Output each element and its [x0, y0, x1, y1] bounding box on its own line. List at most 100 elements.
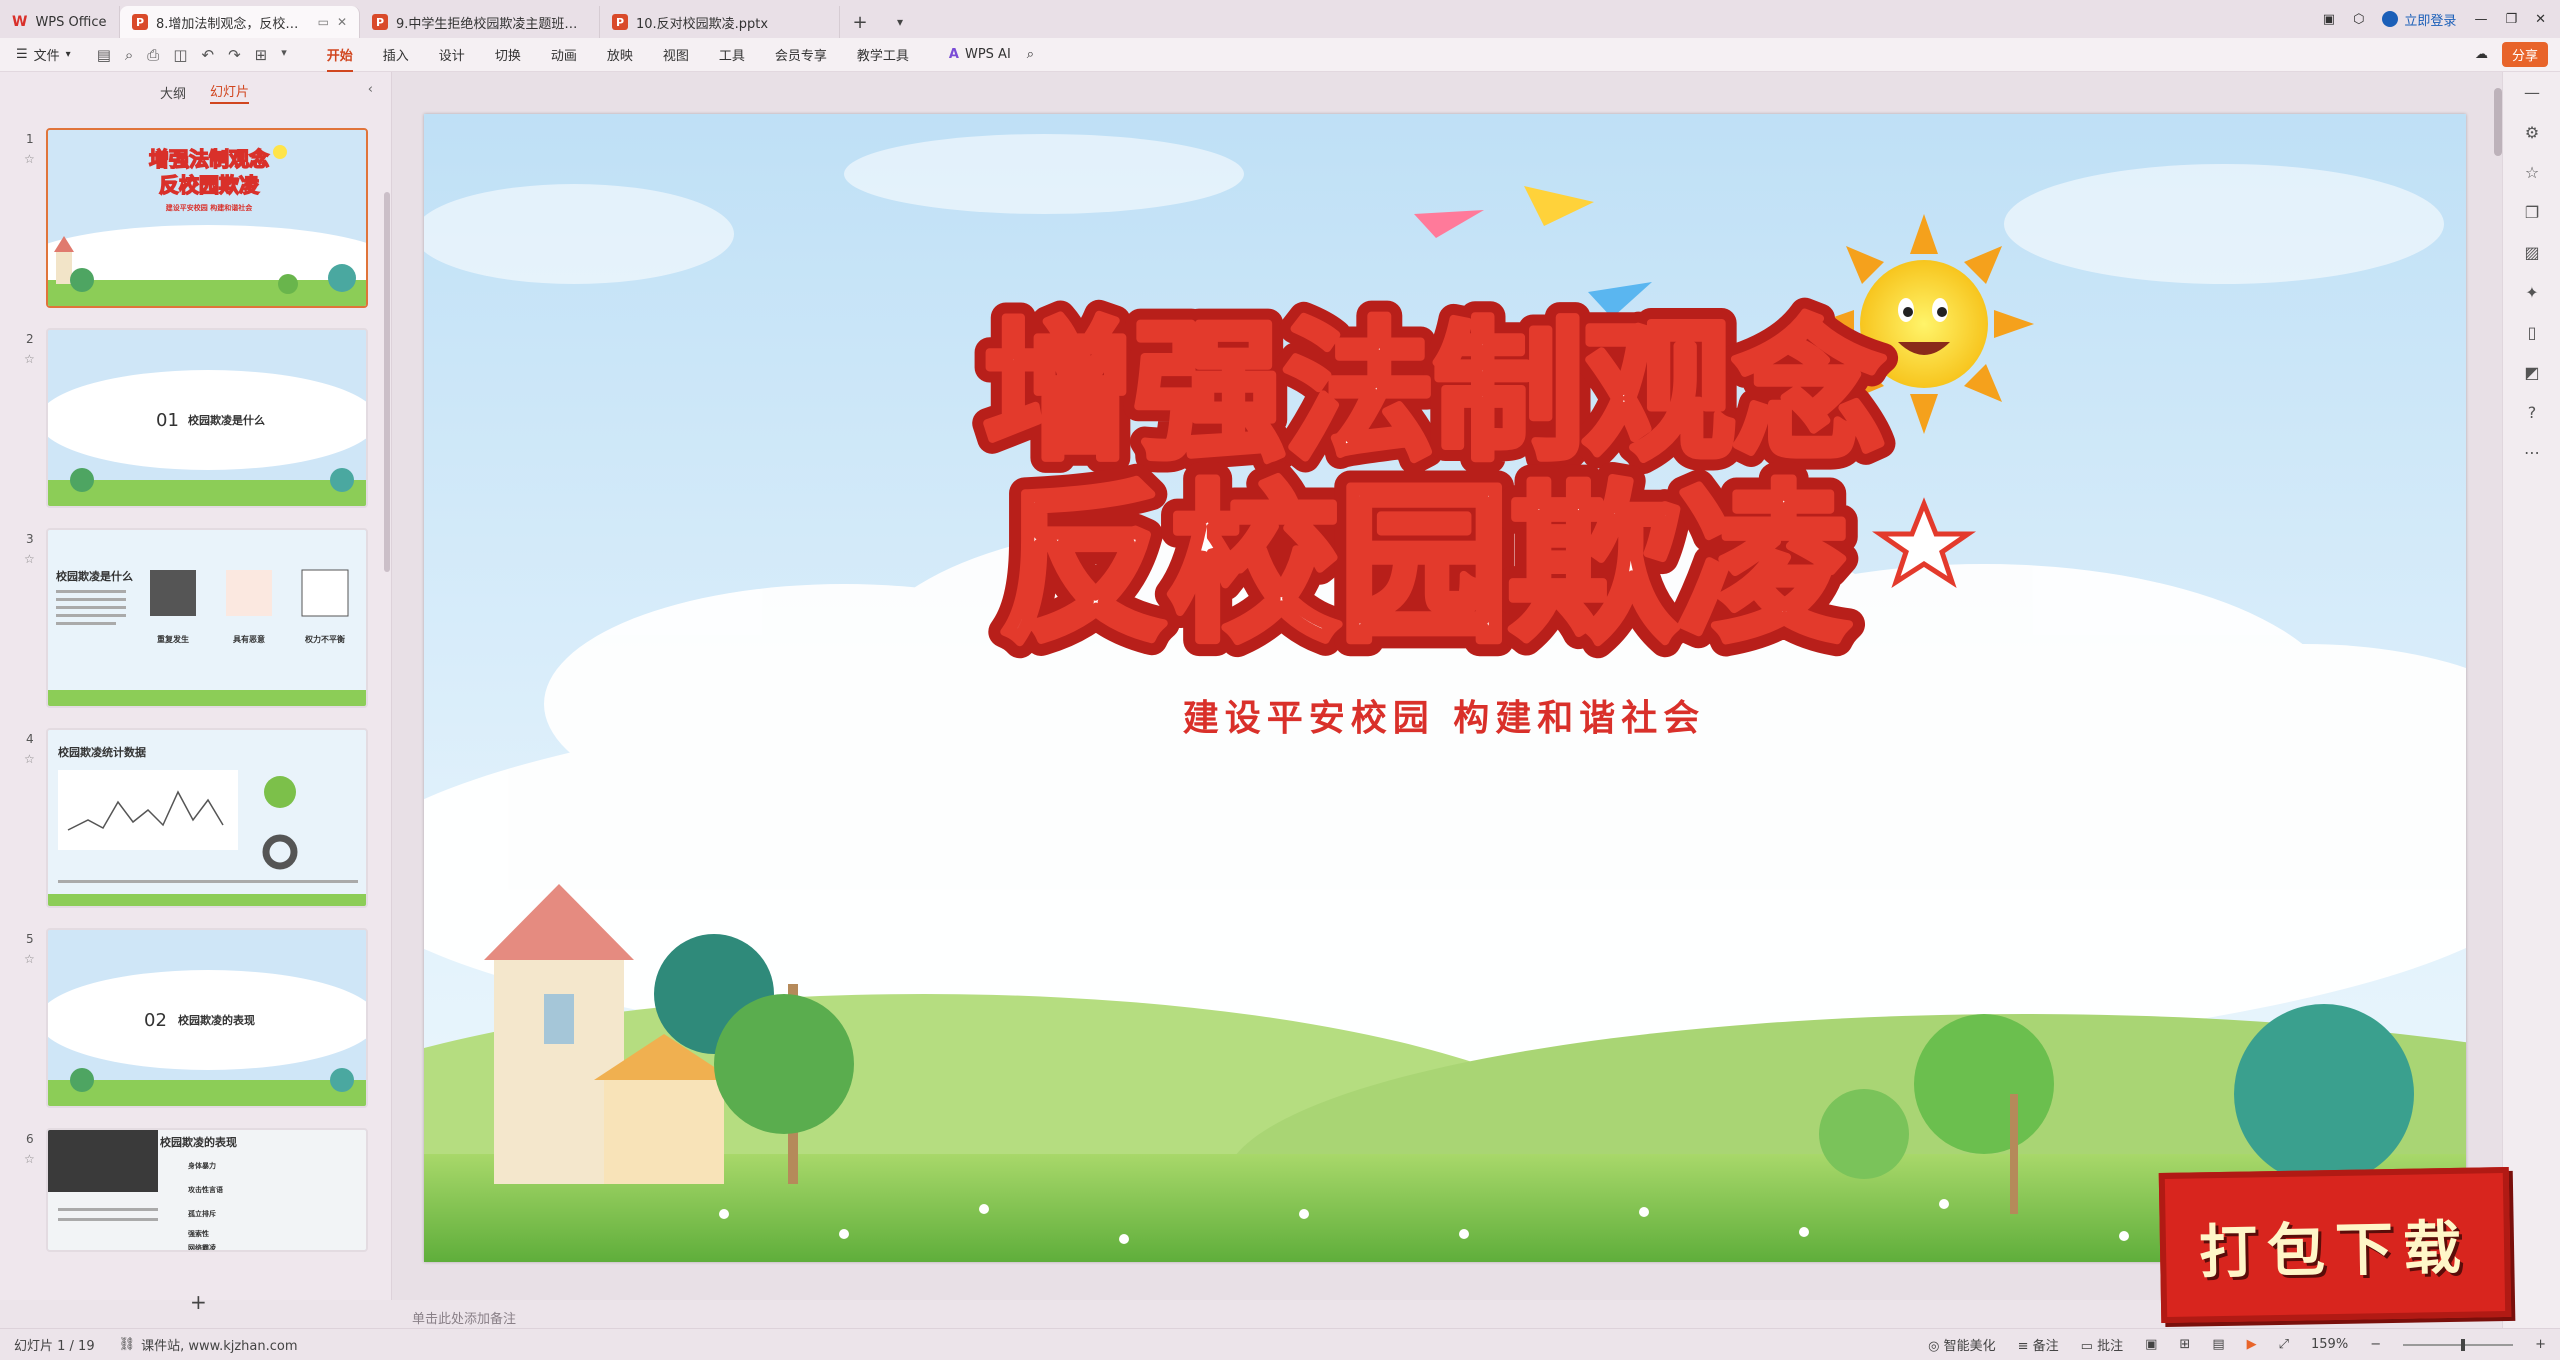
slide-thumbnail[interactable]: 校园欺凌统计数据	[46, 728, 368, 908]
minimize-panel-icon[interactable]: —	[2503, 72, 2560, 112]
beautify-icon: ◎	[1928, 1339, 1944, 1354]
preview-icon[interactable]: ◫	[173, 46, 187, 64]
tab-document-1[interactable]: P 8.增加法制观念，反校园欺凌... ▭ ✕	[120, 6, 360, 38]
new-tab-button[interactable]: +	[840, 6, 880, 38]
shapes-icon[interactable]: ◩	[2503, 352, 2560, 392]
play-icon[interactable]: ▶	[2247, 1337, 2257, 1352]
sorter-view-icon[interactable]: ⊞	[2179, 1337, 2190, 1352]
redo-icon[interactable]: ↷	[228, 46, 241, 64]
thumb-label: 权力不平衡	[304, 634, 345, 644]
star-icon[interactable]: ☆	[2503, 152, 2560, 192]
menu-view[interactable]: 视图	[663, 41, 689, 68]
more-icon[interactable]: ⋯	[2503, 432, 2560, 472]
fit-icon[interactable]: ⤢	[2279, 1337, 2289, 1352]
restore-icon[interactable]: ❐	[2505, 12, 2517, 27]
comments-button[interactable]: ▭ 批注	[2081, 1335, 2123, 1354]
zoom-knob[interactable]	[2461, 1338, 2466, 1351]
star-icon[interactable]: ☆	[24, 552, 35, 566]
slide-thumbnail-row[interactable]: 2 ☆ 01 校园欺凌是什么	[0, 328, 380, 512]
reading-view-icon[interactable]: ▤	[2212, 1337, 2224, 1352]
notes-button[interactable]: ≡ 备注	[2018, 1335, 2059, 1354]
slide-canvas[interactable]: 增强法制观念 增强法制观念 反校园欺凌 反校园欺凌 建设平安校园 构建和谐社会	[424, 114, 2466, 1262]
collapse-icon[interactable]: ‹	[368, 82, 373, 97]
tab-document-3[interactable]: P 10.反对校园欺凌.pptx	[600, 6, 840, 38]
zoom-out-icon[interactable]: −	[2370, 1337, 2381, 1352]
tab-home[interactable]: W WPS Office	[0, 6, 120, 38]
star-icon[interactable]: ☆	[24, 352, 35, 366]
slide-thumbnail-row[interactable]: 3 ☆ 校园欺凌是什么 重复发生 具有恶意 权力不平衡	[0, 528, 380, 712]
cube-icon[interactable]: ⬡	[2353, 12, 2364, 27]
more-icon[interactable]: ▾	[281, 46, 287, 64]
wps-ai-button[interactable]: A WPS AI ⌕	[949, 47, 1034, 62]
share-button[interactable]: 分享	[2501, 42, 2548, 67]
menu-home[interactable]: 开始	[326, 41, 353, 72]
ppt-file-icon: P	[372, 14, 388, 30]
image-icon[interactable]: ▨	[2503, 232, 2560, 272]
menu-member[interactable]: 会员专享	[775, 41, 827, 68]
ribbon-menus: 开始 插入 设计 切换 动画 放映 视图 工具 会员专享 教学工具	[326, 41, 909, 72]
copy-icon[interactable]: ❐	[2503, 192, 2560, 232]
beautify-button[interactable]: ◎ 智能美化	[1928, 1335, 1996, 1354]
zoom-in-icon[interactable]: +	[2535, 1337, 2546, 1352]
file-menu-button[interactable]: ☰ 文件 ▾	[16, 45, 71, 64]
cloud-icon[interactable]: ☁	[2475, 47, 2488, 62]
star-icon[interactable]: ☆	[24, 952, 35, 966]
editor-scrollbar[interactable]	[2494, 88, 2502, 156]
slide-thumbnail[interactable]: 校园欺凌的表现 身体暴力 攻击性言语 孤立排斥 强索性 网络霸凌	[46, 1128, 368, 1252]
save-icon[interactable]: ▤	[97, 46, 111, 64]
window-controls: ▣ ⬡ 立即登录 — ❐ ✕	[2323, 0, 2560, 38]
help-icon[interactable]: ?	[2503, 392, 2560, 432]
zoom-level[interactable]: 159%	[2311, 1337, 2348, 1352]
menu-transition[interactable]: 切换	[495, 41, 521, 68]
zoom-slider[interactable]	[2403, 1338, 2514, 1351]
tab-slides[interactable]: 幻灯片	[210, 81, 250, 104]
chevron-down-icon[interactable]: ▾	[880, 6, 920, 38]
tab-outline[interactable]: 大纲	[160, 83, 186, 102]
thumb-2-art: 01 校园欺凌是什么	[48, 330, 366, 506]
star-icon[interactable]: ☆	[24, 152, 35, 166]
book-icon[interactable]: ▯	[2503, 312, 2560, 352]
format-icon[interactable]: ⊞	[255, 46, 268, 64]
layout-icon[interactable]: ▣	[2323, 12, 2335, 27]
slide-thumbnail[interactable]: 01 校园欺凌是什么	[46, 328, 368, 508]
slide-counter: 幻灯片 1 / 19	[14, 1339, 95, 1354]
minimize-icon[interactable]: —	[2474, 12, 2487, 27]
close-icon[interactable]: ✕	[337, 15, 347, 29]
star-icon[interactable]: ☆	[24, 752, 35, 766]
slide-thumbnail-row[interactable]: 4 ☆ 校园欺凌统计数据	[0, 728, 380, 912]
search-icon[interactable]: ⌕	[1027, 47, 1034, 62]
magic-icon[interactable]: ✦	[2503, 272, 2560, 312]
menu-insert[interactable]: 插入	[383, 41, 409, 68]
download-promo-stamp: 打包下载	[2158, 1166, 2512, 1324]
ribbon-right: ☁ 分享	[2475, 42, 2548, 67]
star-icon[interactable]: ☆	[24, 1152, 35, 1166]
ai-icon: A	[948, 47, 959, 62]
slide-thumbnail-row[interactable]: 1 ☆ 增强法制观念 反校园欺凌 建设平安校园 构建和谐社会	[0, 128, 380, 312]
menu-teaching[interactable]: 教学工具	[857, 41, 909, 68]
close-window-icon[interactable]: ✕	[2535, 12, 2546, 27]
chevron-down-icon: ▾	[65, 49, 71, 60]
menu-design[interactable]: 设计	[439, 41, 465, 68]
open-icon[interactable]: ⌕	[125, 46, 133, 64]
thumb-subtitle: 建设平安校园 构建和谐社会	[166, 203, 253, 212]
menu-tools[interactable]: 工具	[719, 41, 745, 68]
slide-thumbnail[interactable]: 增强法制观念 反校园欺凌 建设平安校园 构建和谐社会	[46, 128, 368, 308]
add-slide-button[interactable]: +	[190, 1290, 207, 1314]
login-button[interactable]: 立即登录	[2382, 10, 2456, 29]
slide-thumbnail-row[interactable]: 6 ☆ 校园欺凌的表现 身体暴力 攻击性言语 孤立排斥 强索性 网络霸凌	[0, 1128, 380, 1312]
menu-slideshow[interactable]: 放映	[607, 41, 633, 68]
notes-icon: ≡	[2017, 1339, 2033, 1354]
adjust-icon[interactable]: ⚙	[2503, 112, 2560, 152]
slide-thumbnail-row[interactable]: 5 ☆ 02 校园欺凌的表现	[0, 928, 380, 1112]
slide-thumbnail[interactable]: 02 校园欺凌的表现	[46, 928, 368, 1108]
thumb-item: 攻击性言语	[188, 1185, 223, 1194]
menu-animation[interactable]: 动画	[551, 41, 577, 68]
notes-placeholder[interactable]: 单击此处添加备注	[412, 1308, 516, 1327]
slide-thumbnail[interactable]: 校园欺凌是什么 重复发生 具有恶意 权力不平衡	[46, 528, 368, 708]
panel-scrollbar[interactable]	[384, 192, 390, 572]
print-icon[interactable]: ⎙	[147, 46, 159, 64]
monitor-icon[interactable]: ▭	[318, 15, 329, 29]
tab-document-2[interactable]: P 9.中学生拒绝校园欺凌主题班会（精品...	[360, 6, 600, 38]
undo-icon[interactable]: ↶	[202, 46, 215, 64]
normal-view-icon[interactable]: ▣	[2145, 1337, 2157, 1352]
